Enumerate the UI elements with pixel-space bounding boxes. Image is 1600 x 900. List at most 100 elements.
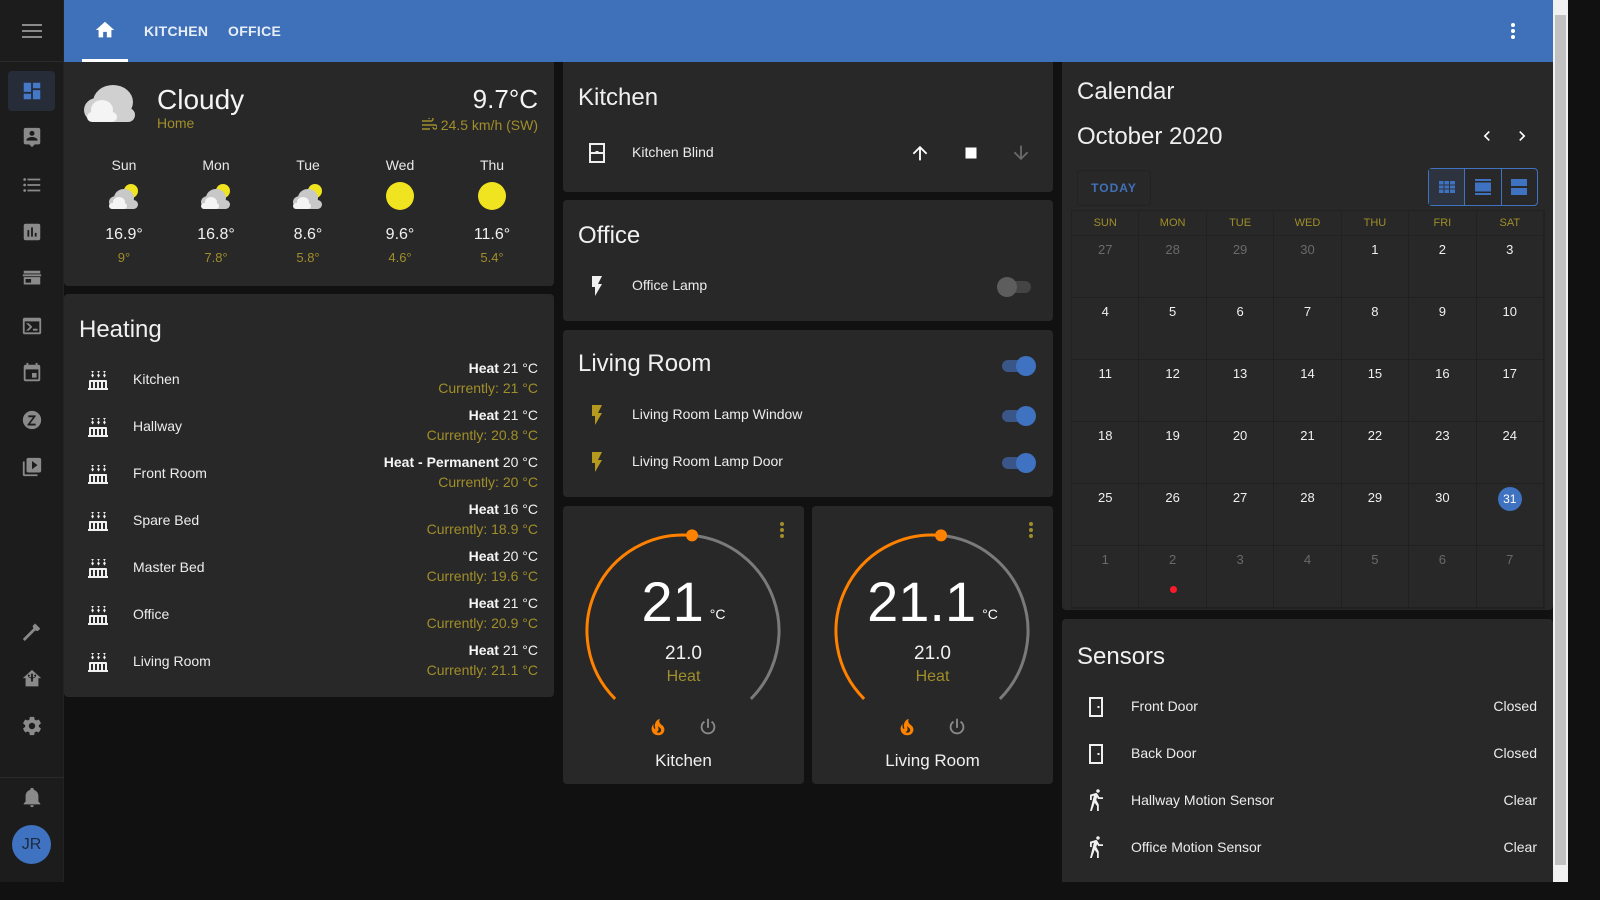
week-view-button[interactable] — [1465, 169, 1502, 205]
heating-row[interactable]: Hallway Heat 21 °C Currently: 20.8 °C — [64, 407, 554, 447]
sensor-row[interactable]: Office Motion Sensor Clear — [1062, 828, 1553, 868]
calendar-day[interactable]: 15 — [1342, 360, 1410, 421]
thermostat-more-button[interactable] — [780, 522, 784, 538]
heating-row[interactable]: Office Heat 21 °C Currently: 20.9 °C — [64, 595, 554, 635]
calendar-day[interactable]: 6 — [1409, 546, 1477, 607]
office-lamp-toggle[interactable] — [997, 276, 1033, 297]
calendar-day[interactable]: 26 — [1139, 484, 1207, 545]
sidebar-item-calendar[interactable] — [8, 353, 55, 393]
sidebar-item-overview[interactable] — [8, 71, 55, 111]
calendar-day[interactable]: 11 — [1072, 360, 1140, 421]
sidebar-item-supervisor[interactable] — [8, 659, 55, 699]
sidebar-item-logbook[interactable] — [8, 165, 55, 205]
event-indicator[interactable] — [1169, 586, 1177, 593]
calendar-day[interactable]: 14 — [1274, 360, 1342, 421]
sensor-row[interactable]: Back Door Closed — [1062, 734, 1553, 774]
heat-mode-button[interactable] — [896, 716, 918, 738]
blind-close-down-button[interactable] — [1010, 142, 1032, 164]
heating-row[interactable]: Kitchen Heat 21 °C Currently: 21 °C — [64, 360, 554, 400]
calendar-day[interactable]: 2 — [1409, 236, 1477, 297]
calendar-day[interactable]: 7 — [1477, 546, 1544, 607]
sidebar-menu-button[interactable] — [0, 0, 63, 62]
day-view-button[interactable] — [1502, 169, 1537, 205]
sidebar-item-configuration[interactable] — [8, 706, 55, 746]
calendar-day[interactable]: 29 — [1342, 484, 1410, 545]
heating-row[interactable]: Living Room Heat 21 °C Currently: 21.1 °C — [64, 642, 554, 682]
heating-row[interactable]: Master Bed Heat 20 °C Currently: 19.6 °C — [64, 548, 554, 588]
calendar-day[interactable]: 9 — [1409, 298, 1477, 359]
living-room-lamp-row[interactable]: Living Room Lamp Window — [563, 395, 1053, 435]
lamp-toggle[interactable] — [1000, 405, 1036, 426]
calendar-next-button[interactable] — [1512, 126, 1532, 146]
thermostat-more-button[interactable] — [1029, 522, 1033, 538]
tab-kitchen[interactable]: KITCHEN — [144, 0, 208, 62]
calendar-day[interactable]: 6 — [1207, 298, 1275, 359]
calendar-day[interactable]: 24 — [1477, 422, 1544, 483]
calendar-day[interactable]: 8 — [1342, 298, 1410, 359]
calendar-day[interactable]: 3 — [1207, 546, 1275, 607]
calendar-prev-button[interactable] — [1477, 126, 1497, 146]
heating-row[interactable]: Spare Bed Heat 16 °C Currently: 18.9 °C — [64, 501, 554, 541]
sidebar-item-terminal[interactable] — [8, 306, 55, 346]
more-options-button[interactable] — [1503, 21, 1523, 41]
kitchen-blind-row[interactable]: Kitchen Blind — [563, 133, 1053, 173]
setpoint-handle[interactable] — [935, 529, 948, 542]
calendar-day[interactable]: 1 — [1072, 546, 1140, 607]
calendar-day[interactable]: 1 — [1342, 236, 1410, 297]
sidebar-item-history[interactable] — [8, 212, 55, 252]
month-view-button[interactable] — [1429, 169, 1466, 205]
sensor-row[interactable]: Hallway Motion Sensor Clear — [1062, 781, 1553, 821]
calendar-day[interactable]: 3 — [1477, 236, 1544, 297]
heating-row[interactable]: Front Room Heat - Permanent 20 °C Currentl… — [64, 454, 554, 494]
sidebar-item-zwave[interactable] — [8, 400, 55, 440]
calendar-day[interactable]: 17 — [1477, 360, 1544, 421]
calendar-day[interactable]: 27 — [1207, 484, 1275, 545]
sensor-row[interactable]: Front Door Closed — [1062, 687, 1553, 727]
sidebar-item-media-browser[interactable] — [8, 447, 55, 487]
calendar-day[interactable]: 30 — [1274, 236, 1342, 297]
calendar-day[interactable]: 28 — [1274, 484, 1342, 545]
heat-mode-button[interactable] — [647, 716, 669, 738]
blind-open-up-button[interactable] — [909, 142, 931, 164]
sidebar-item-map[interactable] — [8, 117, 55, 157]
calendar-day[interactable]: 5 — [1139, 298, 1207, 359]
setpoint-handle[interactable] — [686, 529, 699, 542]
sidebar-item-developer-tools[interactable] — [8, 612, 55, 652]
calendar-day[interactable]: 5 — [1342, 546, 1410, 607]
calendar-day[interactable]: 29 — [1207, 236, 1275, 297]
thermostat-card-living-room[interactable]: 21.1 °C 21.0 Heat Living Room — [812, 506, 1053, 784]
office-lamp-row[interactable]: Office Lamp — [563, 266, 1053, 306]
living-room-lamp-row[interactable]: Living Room Lamp Door — [563, 442, 1053, 482]
tab-office[interactable]: OFFICE — [228, 0, 281, 62]
thermostat-card-kitchen[interactable]: 21 °C 21.0 Heat Kitchen — [563, 506, 804, 784]
calendar-day[interactable]: 30 — [1409, 484, 1477, 545]
off-mode-button[interactable] — [697, 716, 719, 738]
calendar-day[interactable]: 12 — [1139, 360, 1207, 421]
page-scrollbar[interactable] — [1553, 0, 1568, 882]
weather-card[interactable]: Cloudy Home 9.7°C 24.5 km/h (SW) Sun 16.9… — [64, 62, 554, 286]
calendar-day[interactable]: 25 — [1072, 484, 1140, 545]
off-mode-button[interactable] — [946, 716, 968, 738]
blind-stop-button[interactable] — [960, 142, 982, 164]
sidebar-item-notifications[interactable] — [8, 777, 55, 817]
calendar-day[interactable]: 20 — [1207, 422, 1275, 483]
user-avatar[interactable]: JR — [12, 825, 51, 864]
calendar-day[interactable]: 16 — [1409, 360, 1477, 421]
calendar-day[interactable]: 22 — [1342, 422, 1410, 483]
calendar-day[interactable]: 2 — [1139, 546, 1207, 607]
calendar-day[interactable]: 19 — [1139, 422, 1207, 483]
calendar-day-today[interactable]: 31 — [1477, 484, 1544, 545]
calendar-day[interactable]: 23 — [1409, 422, 1477, 483]
calendar-day[interactable]: 4 — [1274, 546, 1342, 607]
calendar-day[interactable]: 28 — [1139, 236, 1207, 297]
calendar-day[interactable]: 21 — [1274, 422, 1342, 483]
calendar-today-button[interactable]: TODAY — [1077, 170, 1151, 206]
lamp-toggle[interactable] — [1000, 452, 1036, 473]
calendar-day[interactable]: 10 — [1477, 298, 1544, 359]
tab-home[interactable] — [82, 0, 128, 62]
calendar-day[interactable]: 18 — [1072, 422, 1140, 483]
living-room-group-toggle[interactable] — [1000, 355, 1036, 376]
calendar-day[interactable]: 27 — [1072, 236, 1140, 297]
sidebar-item-hacs[interactable] — [8, 259, 55, 299]
calendar-day[interactable]: 13 — [1207, 360, 1275, 421]
